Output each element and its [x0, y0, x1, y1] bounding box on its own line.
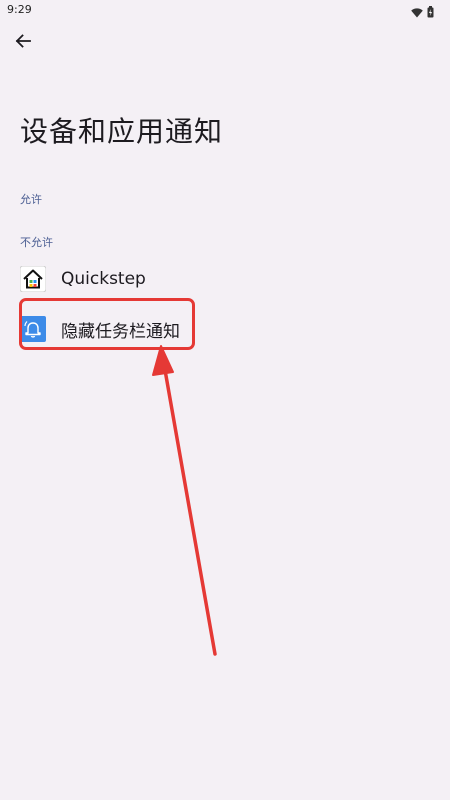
page-title: 设备和应用通知: [20, 115, 224, 148]
status-time: 9:29: [7, 3, 32, 16]
back-button[interactable]: [9, 29, 37, 57]
status-icons: [411, 3, 434, 22]
status-bar: 9:29: [0, 0, 450, 20]
wifi-icon: [411, 3, 423, 22]
arrow-left-icon: [15, 33, 31, 53]
battery-icon: [427, 3, 434, 22]
section-header-not-allowed: 不允许: [20, 236, 53, 249]
app-label-quickstep: Quickstep: [61, 269, 146, 289]
home-launcher-icon: [20, 266, 46, 292]
highlight-box: [19, 298, 195, 350]
section-header-allowed: 允许: [20, 193, 42, 206]
app-row-quickstep[interactable]: Quickstep: [0, 257, 450, 301]
